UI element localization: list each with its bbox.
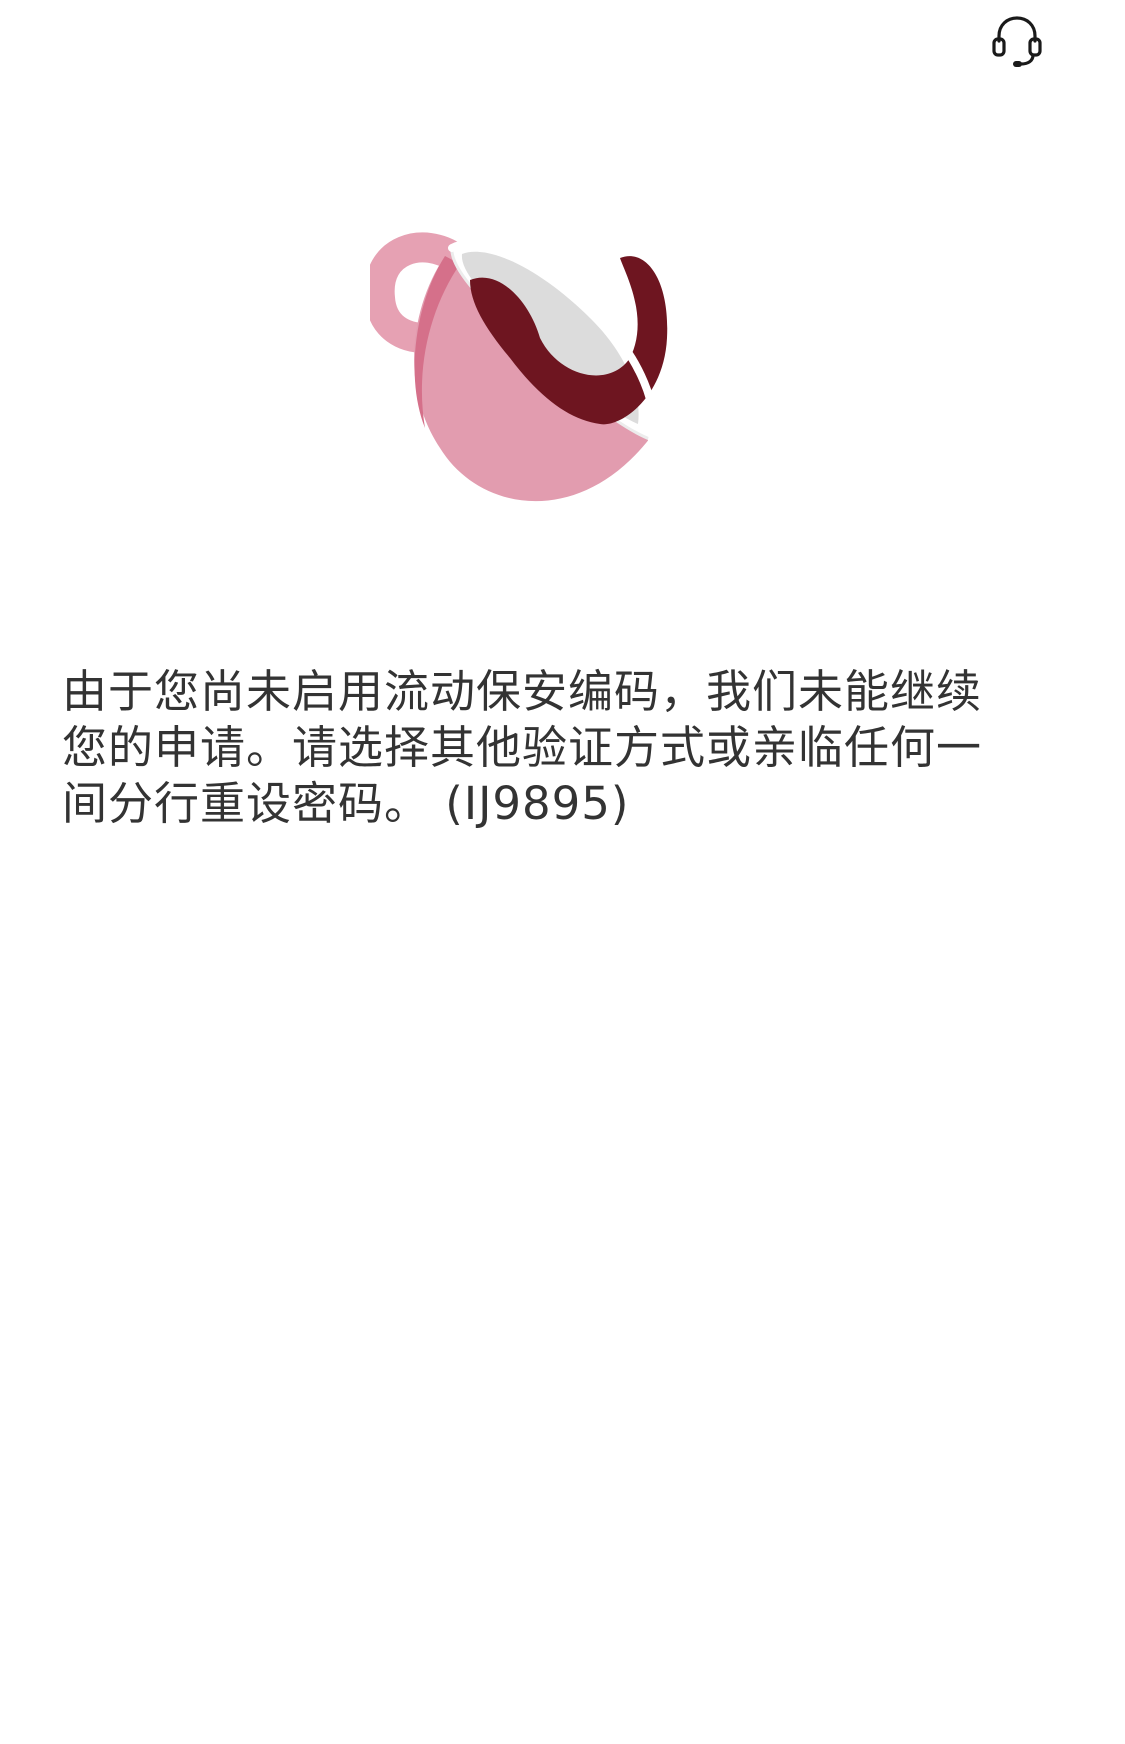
tipped-coffee-cup-illustration [364, 232, 668, 502]
spilled-cup-illustration [364, 228, 740, 538]
error-message: 由于您尚未启用流动保安编码，我们未能继续您的申请。请选择其他验证方式或亲临任何一… [62, 665, 983, 830]
headset-icon [992, 16, 1042, 67]
customer-support-button[interactable] [985, 8, 1049, 72]
